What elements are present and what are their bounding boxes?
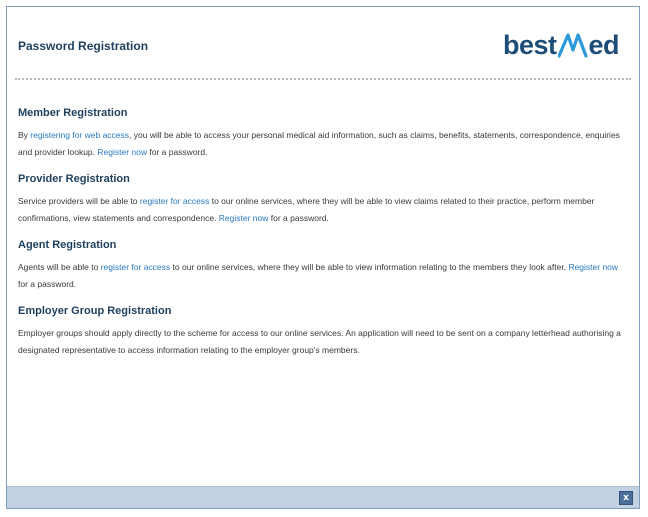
register-for-access-link[interactable]: register for access	[101, 262, 170, 272]
register-now-link[interactable]: Register now	[568, 262, 618, 272]
section-member-registration: Member Registration By registering for w…	[18, 107, 625, 161]
bestmed-logo: best ed	[502, 27, 620, 63]
logo-m-icon	[558, 33, 589, 58]
body-text: for a password.	[18, 279, 77, 289]
section-title: Agent Registration	[18, 239, 117, 251]
dialog-footer: x	[7, 486, 639, 508]
logo-text-best: best	[502, 29, 557, 60]
body-text: for a password.	[147, 147, 208, 157]
close-button[interactable]: x	[619, 491, 633, 505]
body-text: Service providers will be able to	[18, 196, 140, 206]
section-body: By registering for web access, you will …	[18, 127, 625, 161]
body-text: to our online services, where they will …	[170, 262, 569, 272]
register-for-access-link[interactable]: register for access	[140, 196, 209, 206]
section-title: Provider Registration	[18, 173, 130, 185]
section-body: Employer groups should apply directly to…	[18, 328, 621, 355]
section-employer-group-registration: Employer Group Registration Employer gro…	[18, 305, 625, 359]
dialog-content: Member Registration By registering for w…	[18, 107, 625, 371]
header-divider	[15, 78, 631, 80]
register-web-access-link[interactable]: registering for web access	[30, 130, 129, 140]
register-now-link[interactable]: Register now	[97, 147, 147, 157]
section-provider-registration: Provider Registration Service providers …	[18, 173, 625, 227]
body-text: for a password.	[268, 213, 329, 223]
dialog-title: Password Registration	[18, 39, 149, 53]
password-registration-dialog: Password Registration best ed Member Reg…	[6, 6, 640, 509]
body-text: Agents will be able to	[18, 262, 101, 272]
body-text: By	[18, 130, 31, 140]
section-title: Member Registration	[18, 107, 128, 119]
dialog-header: Password Registration best ed	[7, 7, 639, 79]
section-agent-registration: Agent Registration Agents will be able t…	[18, 239, 625, 293]
register-now-link[interactable]: Register now	[219, 213, 269, 223]
section-body: Service providers will be able to regist…	[18, 193, 625, 227]
logo-text-ed: ed	[588, 29, 619, 60]
section-body: Agents will be able to register for acce…	[18, 259, 625, 293]
section-title: Employer Group Registration	[18, 305, 172, 317]
